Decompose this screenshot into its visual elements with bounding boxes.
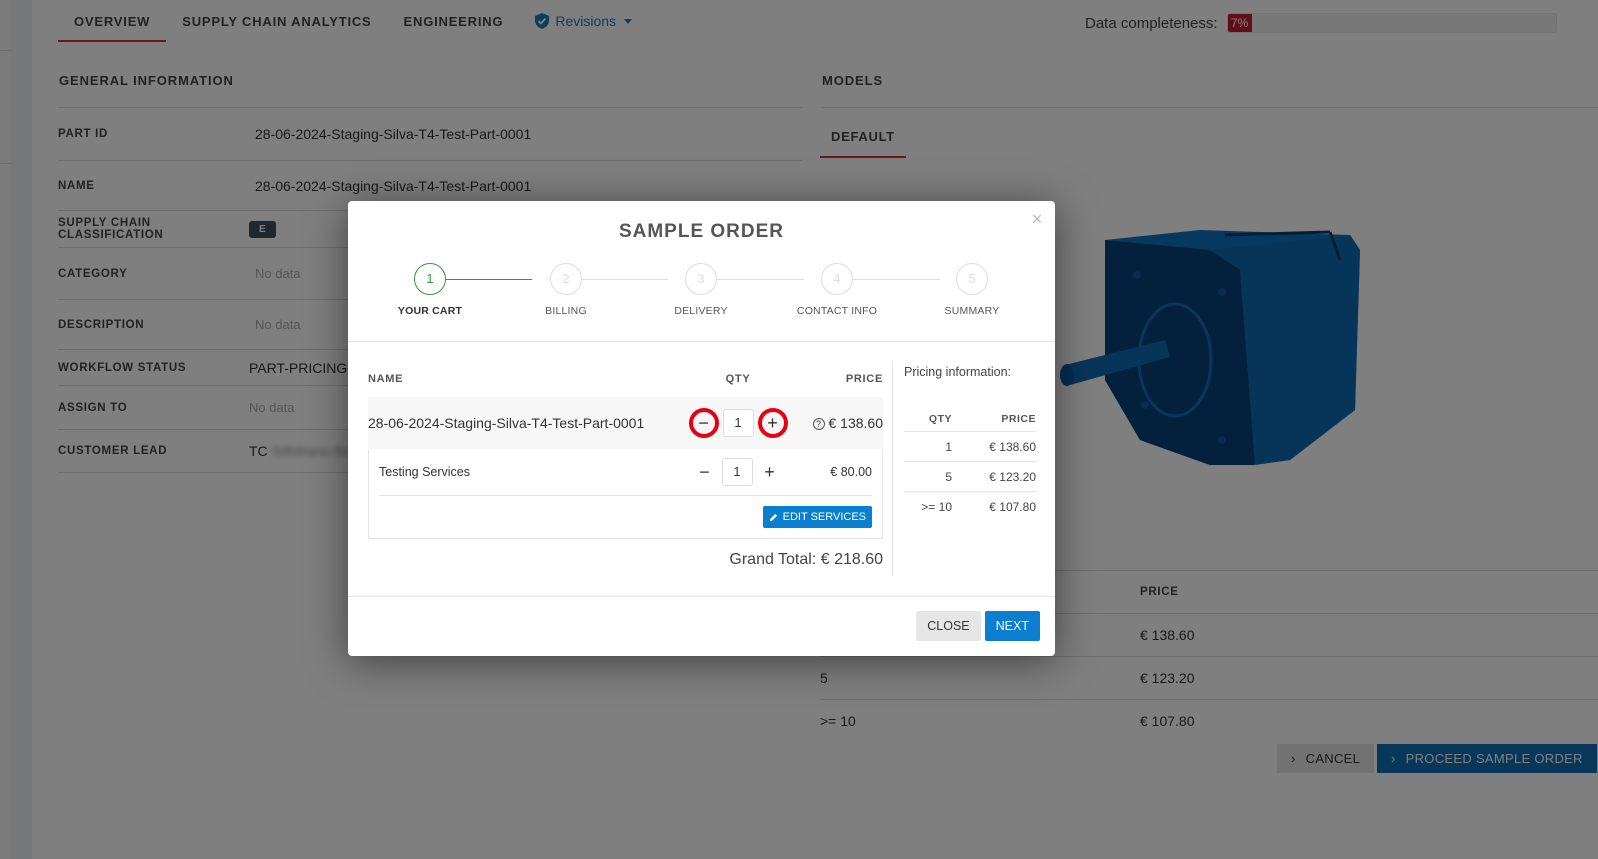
service-price: € 80.00 <box>830 465 872 479</box>
step-label: BILLING <box>545 305 587 317</box>
decrease-qty-button[interactable]: − <box>688 408 719 438</box>
service-name: Testing Services <box>379 465 471 479</box>
cart-item-price: ? € 138.60 <box>788 415 883 431</box>
name-header: NAME <box>368 373 404 385</box>
divider <box>892 361 893 576</box>
service-row: Testing Services − 1 + € 80.00 <box>379 449 872 496</box>
step-billing[interactable]: 2 BILLING <box>506 263 626 317</box>
pricing-price: € 123.20 <box>989 469 1036 484</box>
step-summary[interactable]: 5 SUMMARY <box>912 263 1032 317</box>
service-actions: EDIT SERVICES <box>379 496 872 538</box>
next-button[interactable]: NEXT <box>984 611 1040 641</box>
service-quantity-stepper: − 1 + <box>687 457 787 487</box>
pricing-information: Pricing information: QTY PRICE 1 € 138.6… <box>904 361 1036 521</box>
pricing-qty: 5 <box>945 469 952 484</box>
divider <box>348 596 1055 597</box>
step-label: YOUR CART <box>397 305 463 317</box>
services-box: Testing Services − 1 + € 80.00 EDIT SERV… <box>368 449 883 539</box>
pricing-title: Pricing information: <box>904 365 1011 379</box>
modal-title: SAMPLE ORDER <box>618 221 785 242</box>
modal-footer: CLOSE NEXT <box>916 611 1040 641</box>
order-stepper: 1 YOUR CART 2 BILLING 3 DELIVERY 4 CONTA… <box>396 263 999 323</box>
step-number: 5 <box>956 263 988 295</box>
decrease-service-qty-button[interactable]: − <box>692 457 718 487</box>
edit-services-button[interactable]: EDIT SERVICES <box>762 506 872 528</box>
cart-item-row: 28-06-2024-Staging-Silva-T4-Test-Part-00… <box>368 397 883 449</box>
step-number: 3 <box>685 263 717 295</box>
divider <box>348 341 1055 342</box>
cart-table: NAME QTY PRICE 28-06-2024-Staging-Silva-… <box>368 361 883 569</box>
service-quantity-input[interactable]: 1 <box>721 458 753 486</box>
step-contact-info[interactable]: 4 CONTACT INFO <box>777 263 897 317</box>
pricing-price: € 138.60 <box>989 439 1036 454</box>
increase-qty-button[interactable]: + <box>757 408 788 438</box>
help-circle-icon[interactable]: ? <box>812 418 825 430</box>
qty-header: QTY <box>725 373 751 385</box>
step-number: 4 <box>821 263 853 295</box>
step-number: 2 <box>550 263 582 295</box>
pricing-row: >= 10 € 107.80 <box>904 491 1036 521</box>
pricing-row: 1 € 138.60 <box>904 431 1036 461</box>
step-delivery[interactable]: 3 DELIVERY <box>641 263 761 317</box>
step-number: 1 <box>414 263 446 295</box>
edit-services-label: EDIT SERVICES <box>782 511 866 523</box>
increase-service-qty-button[interactable]: + <box>757 457 783 487</box>
close-button[interactable]: CLOSE <box>916 611 981 641</box>
pricing-qty: 1 <box>945 439 952 454</box>
price-value: € 138.60 <box>828 415 884 431</box>
cart-header: NAME QTY PRICE <box>368 361 883 397</box>
cart-item-name: 28-06-2024-Staging-Silva-T4-Test-Part-00… <box>368 415 645 431</box>
pricing-header: QTY PRICE <box>904 391 1036 431</box>
step-label: CONTACT INFO <box>796 305 878 317</box>
pricing-row: 5 € 123.20 <box>904 461 1036 491</box>
pricing-price: € 107.80 <box>989 499 1036 514</box>
quantity-stepper: − 1 + <box>688 408 788 438</box>
pencil-icon <box>769 513 777 521</box>
pricing-qty: >= 10 <box>921 499 952 514</box>
pricing-price-header: PRICE <box>1001 413 1036 425</box>
price-header: PRICE <box>845 373 883 385</box>
sample-order-modal: × SAMPLE ORDER 1 YOUR CART 2 BILLING 3 D… <box>348 201 1055 656</box>
quantity-input[interactable]: 1 <box>722 409 754 437</box>
step-label: SUMMARY <box>944 305 1000 317</box>
grand-total: Grand Total: € 218.60 <box>729 551 883 568</box>
step-label: DELIVERY <box>674 305 728 317</box>
pricing-qty-header: QTY <box>928 413 952 425</box>
step-your-cart[interactable]: 1 YOUR CART <box>370 263 490 317</box>
